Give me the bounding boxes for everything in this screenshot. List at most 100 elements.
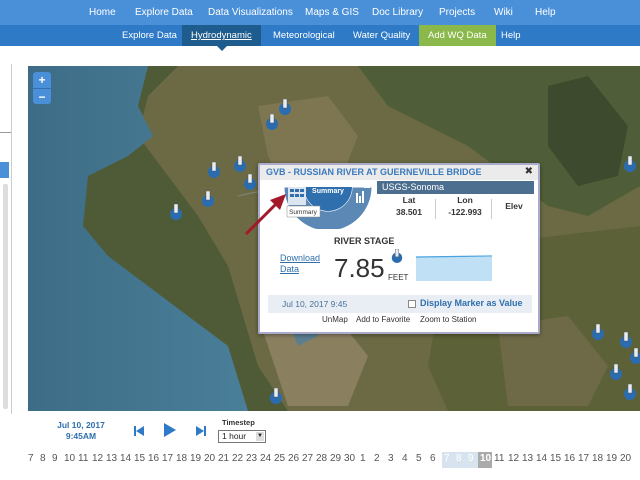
timeline-day[interactable]: 26 — [288, 453, 299, 464]
timeline-day[interactable]: 22 — [232, 453, 243, 464]
timeline-day[interactable]: 7 — [28, 453, 34, 464]
timeline-day[interactable]: 28 — [316, 453, 327, 464]
timeline-day[interactable]: 12 — [92, 453, 103, 464]
timeline-day[interactable]: 19 — [190, 453, 201, 464]
station-marker-icon[interactable] — [206, 162, 222, 178]
timeline-day[interactable]: 16 — [564, 453, 575, 464]
zoom-station-link[interactable]: Zoom to Station — [420, 315, 476, 324]
annotation-arrow — [244, 194, 286, 236]
subnav-meteorological[interactable]: Meteorological — [264, 25, 344, 46]
popup-title: GVB - RUSSIAN RIVER AT GUERNEVILLE BRIDG… — [260, 165, 538, 180]
river-stage-label: RIVER STAGE — [334, 236, 395, 246]
unmap-link[interactable]: UnMap — [322, 315, 348, 324]
timeline-day[interactable]: 18 — [592, 453, 603, 464]
timeline-day[interactable]: 14 — [120, 453, 131, 464]
station-marker-icon[interactable] — [622, 156, 638, 172]
station-marker-icon[interactable] — [618, 332, 634, 348]
timeline-day[interactable]: 17 — [162, 453, 173, 464]
timeline-day[interactable]: 12 — [508, 453, 519, 464]
timeline-day[interactable]: 19 — [606, 453, 617, 464]
elev-group: Elev — [497, 201, 531, 211]
station-marker-icon[interactable] — [590, 324, 606, 340]
timeline-day[interactable]: 5 — [416, 453, 422, 464]
nav-maps-gis[interactable]: Maps & GIS — [297, 0, 367, 25]
subnav-explore-data[interactable]: Explore Data — [113, 25, 186, 46]
display-marker-checkbox[interactable] — [408, 300, 416, 308]
timeline-day[interactable]: 21 — [218, 453, 229, 464]
timeline-day[interactable]: 24 — [260, 453, 271, 464]
subnav-help[interactable]: Help — [492, 25, 530, 46]
nav-wiki[interactable]: Wiki — [486, 0, 521, 25]
timeline-day[interactable]: 25 — [274, 453, 285, 464]
timeline-day[interactable]: 7 — [444, 453, 450, 464]
timeline-day[interactable]: 2 — [374, 453, 380, 464]
lat-group: Lat 38.501 — [389, 195, 429, 217]
timeline-day[interactable]: 8 — [456, 453, 462, 464]
current-date: Jul 10, 2017 — [57, 420, 105, 430]
timeline-day[interactable]: 3 — [388, 453, 394, 464]
station-marker-icon[interactable] — [608, 364, 624, 380]
timeline-day[interactable]: 9 — [52, 453, 58, 464]
timeline-day[interactable]: 20 — [204, 453, 215, 464]
zoom-out-button[interactable]: − — [33, 88, 51, 104]
lat-label: Lat — [402, 195, 416, 205]
nav-doc-library[interactable]: Doc Library — [364, 0, 431, 25]
timeline-day[interactable]: 23 — [246, 453, 257, 464]
timeline-day[interactable]: 1 — [360, 453, 366, 464]
station-marker-icon[interactable] — [628, 348, 640, 364]
timeline-day[interactable]: 20 — [620, 453, 631, 464]
nav-explore-data[interactable]: Explore Data — [127, 0, 201, 25]
skip-forward-icon[interactable] — [195, 425, 207, 437]
timeline-day[interactable]: 29 — [330, 453, 341, 464]
stage-sparkline[interactable] — [416, 255, 492, 281]
timeline-day[interactable]: 11 — [78, 453, 88, 464]
agency-label: USGS-Sonoma — [377, 181, 534, 194]
timeline-day[interactable]: 8 — [40, 453, 46, 464]
timeline-day[interactable]: 6 — [430, 453, 436, 464]
subnav-hydrodynamic[interactable]: Hydrodynamic — [182, 25, 261, 46]
panel-tab[interactable] — [0, 162, 9, 178]
timeline-day[interactable]: 18 — [176, 453, 187, 464]
station-marker-icon[interactable] — [264, 114, 280, 130]
nav-help[interactable]: Help — [527, 0, 564, 25]
nav-home[interactable]: Home — [81, 0, 124, 25]
station-marker-icon[interactable] — [200, 191, 216, 207]
timeline-day[interactable]: 16 — [148, 453, 159, 464]
subnav-water-quality[interactable]: Water Quality — [344, 25, 419, 46]
station-marker-icon[interactable] — [232, 156, 248, 172]
station-marker-icon[interactable] — [277, 99, 293, 115]
timeline-day[interactable]: 10 — [480, 453, 491, 464]
timeline-day[interactable]: 4 — [402, 453, 408, 464]
timeline-day[interactable]: 15 — [134, 453, 145, 464]
skip-back-icon[interactable] — [133, 425, 145, 437]
timeline-day[interactable]: 14 — [536, 453, 547, 464]
download-data-link[interactable]: Download Data — [280, 253, 324, 275]
add-favorite-link[interactable]: Add to Favorite — [356, 315, 410, 324]
timeline-day[interactable]: 11 — [494, 453, 504, 464]
subnav-add-wq-data[interactable]: Add WQ Data — [419, 25, 496, 46]
timeline-day[interactable]: 10 — [64, 453, 75, 464]
station-marker-icon[interactable] — [268, 388, 284, 404]
elev-label: Elev — [505, 201, 523, 211]
timeline-day[interactable]: 27 — [302, 453, 313, 464]
panel-scrollbar[interactable] — [3, 184, 8, 409]
station-marker-icon[interactable] — [622, 384, 638, 400]
timeline-day[interactable]: 15 — [550, 453, 561, 464]
timestep-select[interactable]: 1 hour ▼ — [218, 430, 266, 443]
timeline-day[interactable]: 30 — [344, 453, 355, 464]
timeline-day[interactable]: 13 — [522, 453, 533, 464]
lon-value: -122.993 — [448, 207, 482, 217]
nav-projects[interactable]: Projects — [431, 0, 483, 25]
zoom-in-button[interactable]: + — [33, 72, 51, 88]
play-icon[interactable] — [163, 422, 177, 438]
active-tab-caret — [217, 46, 227, 51]
station-marker-icon[interactable] — [242, 174, 258, 190]
timeline-day[interactable]: 9 — [468, 453, 474, 464]
display-marker-label[interactable]: Display Marker as Value — [420, 298, 523, 308]
timeline-day[interactable]: 13 — [106, 453, 117, 464]
nav-data-visualizations[interactable]: Data Visualizations — [200, 0, 301, 25]
close-icon[interactable]: ✖ — [525, 166, 533, 177]
timeline-day[interactable]: 17 — [578, 453, 589, 464]
station-wheel-menu[interactable]: Summary Summary — [280, 179, 376, 229]
station-marker-icon[interactable] — [168, 204, 184, 220]
